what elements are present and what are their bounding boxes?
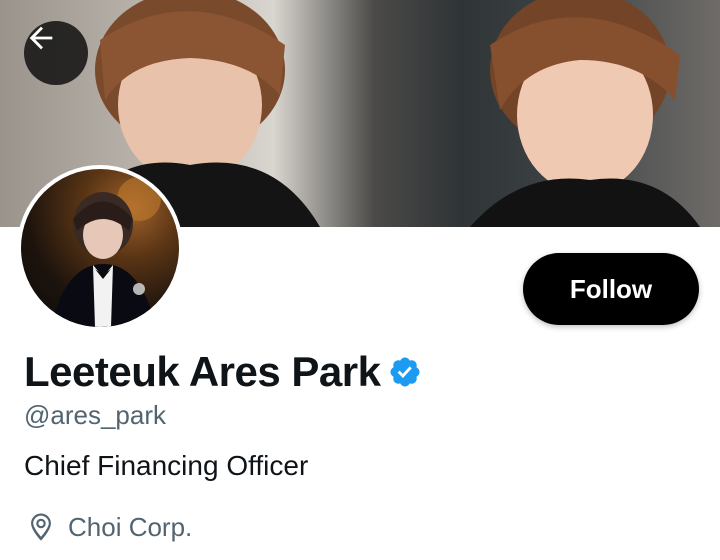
display-name: Leeteuk Ares Park xyxy=(24,348,381,395)
back-button[interactable] xyxy=(24,21,88,85)
profile-location: Choi Corp. xyxy=(24,510,192,544)
follow-button[interactable]: Follow xyxy=(523,253,699,325)
verified-badge-icon xyxy=(388,355,422,389)
display-name-row: Leeteuk Ares Park xyxy=(24,348,422,396)
location-pin-icon xyxy=(24,510,58,544)
avatar[interactable] xyxy=(17,165,183,331)
profile-handle: @ares_park xyxy=(24,400,167,430)
profile-bio: Chief Financing Officer xyxy=(24,450,309,481)
location-text: Choi Corp. xyxy=(68,511,193,542)
avatar-photo xyxy=(21,169,179,327)
